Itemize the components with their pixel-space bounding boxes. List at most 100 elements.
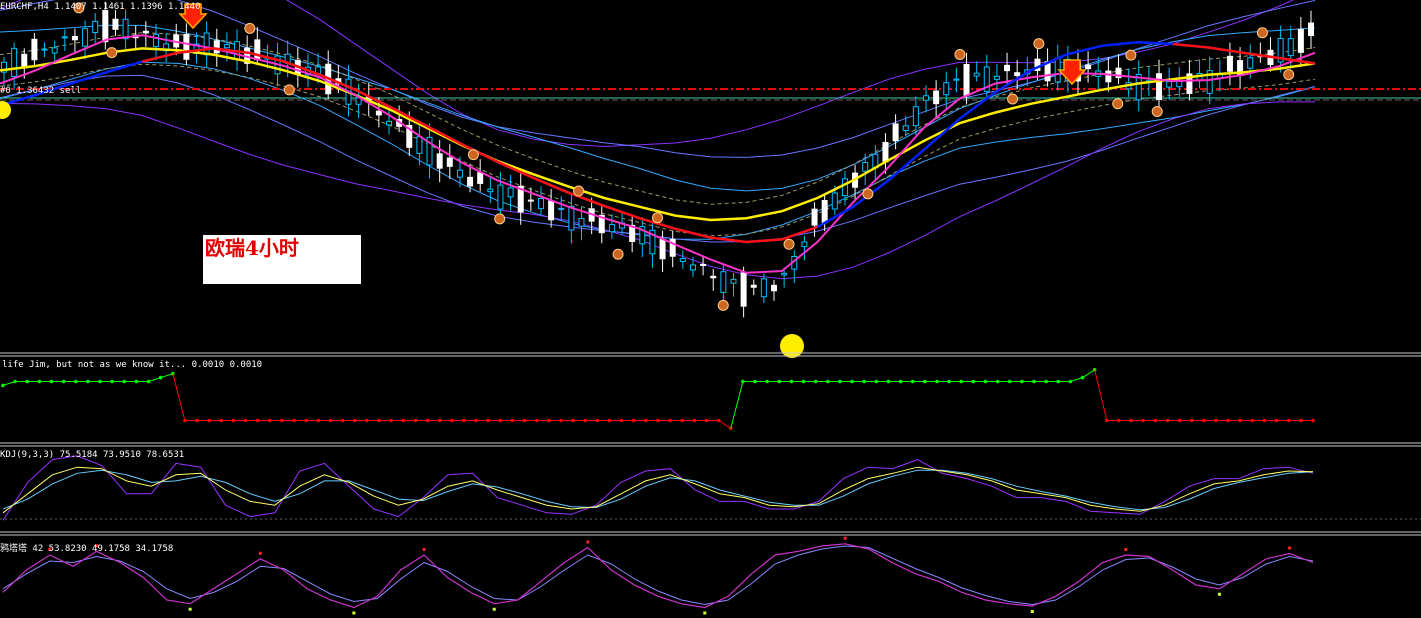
kdj-d-line [2,469,1314,511]
candle-body [1176,80,1183,88]
candle-body [203,32,210,56]
candle-body [537,198,544,210]
candle-body [963,64,970,96]
sell-arrow-icon [1057,59,1087,86]
candle-body [831,192,838,210]
candle-body [1085,64,1092,70]
candle-body [467,176,474,187]
candle-body [497,184,504,210]
signal-marker-icon [494,213,506,225]
candle-body [82,28,89,47]
order-line-label[interactable]: #0 1.36432 sell [0,86,81,96]
signal-marker-icon [652,212,663,224]
envelope-band-5 [0,101,1315,280]
candle-body [71,35,78,41]
candle-body [1014,72,1021,77]
candle-body [892,123,899,142]
candle-body [882,141,889,163]
osc-peak-dot [422,548,426,551]
signal-marker-icon [1033,38,1045,50]
candle-body [122,18,129,40]
candle-body [1166,81,1173,88]
candle-body [760,278,767,298]
candle-body [548,200,555,221]
indicator-pane-3[interactable] [2,536,1314,615]
candle-body [21,53,28,69]
candle-body [51,47,58,54]
candle-body [953,78,960,81]
candle-body [152,33,159,48]
indicator-pane-2[interactable] [0,455,1421,521]
candle-body [841,178,848,197]
signal-segment [148,377,161,382]
candle-body [720,271,727,293]
candle-body [993,75,1000,80]
osc-peak-dot [258,551,262,555]
candle-body [1287,38,1294,57]
candle-body [558,207,565,210]
candle-body [436,153,443,169]
candle-body [821,200,828,224]
candle-body [102,9,109,43]
signal-segment [160,373,173,379]
signal-marker-icon [954,48,966,60]
osc-trough-dot [1030,610,1034,613]
osc-trough-dot [352,611,356,615]
dashed-guide-0 [0,32,1316,205]
price-pane[interactable] [0,0,1421,358]
candle-body [92,20,99,33]
candle-body [781,272,788,276]
indicator-1-label: life Jim, but not as we know it... 0.001… [2,360,263,370]
candle-body [801,241,808,248]
signal-segment [1070,377,1083,382]
candle-body [507,187,514,198]
candle-body [375,110,382,116]
indicator-pane-1[interactable] [1,368,1315,431]
osc-trough-dot [1217,592,1221,596]
signal-segment [730,381,744,429]
candle-body [730,278,737,284]
ma-slow-down-segment [141,47,818,244]
signal-segment [1094,369,1108,421]
candle-body [973,72,980,77]
signal-marker-icon [783,238,795,250]
trading-chart [0,0,1421,615]
signal-marker-icon [862,188,874,200]
candle-body [527,199,534,202]
candle-body [608,224,615,233]
signal-segment [172,373,186,421]
candle-body [740,272,747,307]
candle-body [112,18,119,30]
kdj-j-line [2,455,1314,521]
candle-body [710,275,717,279]
signal-marker-icon [717,299,729,311]
candle-body [11,47,18,78]
indicator-3-label: 鸦塔塔 42 53.8230 49.1758 34.1758 [0,544,174,554]
osc-peak-dot [586,540,590,544]
candle-body [943,82,950,96]
candle-body [223,44,230,49]
candle-body [1308,22,1314,37]
signal-segment [1082,369,1095,379]
chinese-annotation-label[interactable]: 欧瑞4小时 [203,235,361,284]
signal-marker-icon [573,185,585,197]
candle-body [456,169,463,178]
candle-body [862,161,869,172]
signal-dot [1311,418,1315,423]
candle-body [578,218,585,227]
osc-trough-dot [492,607,496,611]
candle-body [446,157,453,167]
candle-body [700,263,707,266]
candle-body [1297,28,1304,53]
candle-body [416,136,423,154]
candle-body [61,36,68,39]
signal-marker-icon [1112,98,1124,110]
candle-body [41,48,48,51]
signal-segment [2,381,16,386]
osc-trough-dot [188,607,192,611]
osc-peak-dot [843,536,847,540]
signal-marker-icon [244,22,256,34]
kdj-k-line [2,466,1314,514]
candle-body [477,172,484,184]
candle-body [1004,64,1011,72]
